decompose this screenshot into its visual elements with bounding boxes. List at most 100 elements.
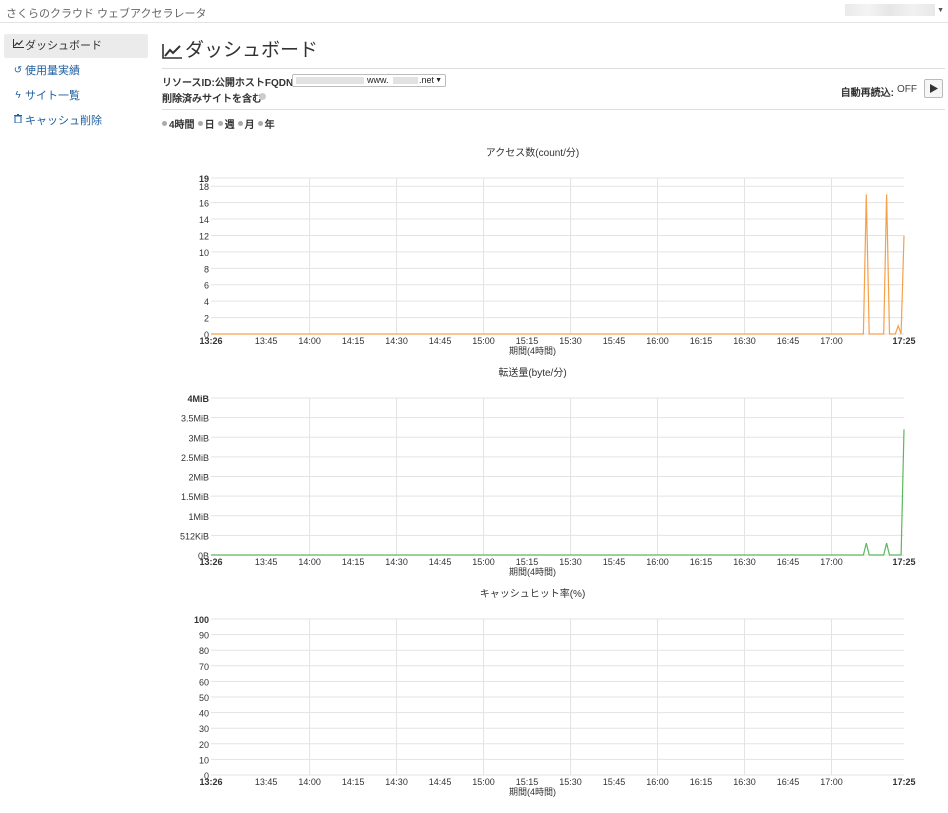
x-tick-label: 16:00 (646, 777, 669, 787)
charts-svg: アクセス数(count/分)0246810121416181913:26 13:4… (180, 146, 916, 797)
user-menu[interactable]: ▼ (845, 3, 944, 17)
y-tick-label: 30 (199, 724, 209, 734)
x-tick-label: 16:15 (690, 777, 713, 787)
x-tick-label: 16:00 (646, 336, 669, 346)
resource-label: リソースID:公開ホストFQDN (162, 78, 294, 89)
page-title: ダッシュボード (162, 34, 946, 68)
x-tick-label: 13:45 (255, 557, 278, 567)
y-tick-label: 90 (199, 631, 209, 641)
x-tick-label: 15:30 (559, 557, 582, 567)
x-tick-label: 16:30 (733, 557, 756, 567)
y-tick-label: 4MiB (187, 394, 209, 404)
x-tick-label: 15:45 (603, 557, 626, 567)
x-tick-label: 16:15 (690, 336, 713, 346)
radio-dot (217, 120, 223, 126)
x-tick-label: 17:25 (892, 336, 915, 346)
y-tick-label: 6 (204, 281, 209, 291)
y-tick-label: 80 (199, 646, 209, 656)
radio-dot (197, 120, 203, 126)
period-label: 月 (244, 119, 255, 131)
x-tick-label: 13:26 (199, 777, 222, 787)
x-axis-label: 期間(4時間) (509, 567, 556, 577)
period-option-day[interactable]: 日 (197, 116, 215, 131)
auto-reload-play-button[interactable] (924, 79, 943, 98)
x-tick-label: 13:45 (255, 336, 278, 346)
x-tick-label: 15:00 (472, 557, 495, 567)
period-option-month[interactable]: 月 (237, 116, 255, 131)
x-tick-label: 15:45 (603, 777, 626, 787)
period-option-year[interactable]: 年 (257, 116, 275, 131)
bolt-icon: ϟ (15, 90, 21, 101)
x-tick-label: 17:00 (820, 557, 843, 567)
x-tick-label: 14:15 (342, 336, 365, 346)
y-tick-label: 2 (204, 314, 209, 324)
include-deleted-toggle[interactable] (259, 93, 266, 100)
period-label: 4時間 (169, 119, 195, 131)
x-tick-label: 13:26 (199, 336, 222, 346)
x-tick-label: 14:45 (429, 336, 452, 346)
series-line (211, 429, 905, 556)
radio-dot (162, 120, 167, 126)
x-tick-label: 14:45 (429, 777, 452, 787)
x-tick-label: 14:45 (429, 557, 452, 567)
sidebar-item-label: 使用量実績 (25, 65, 80, 77)
sidebar-item-usage[interactable]: ↺ 使用量実績 (4, 59, 148, 83)
x-tick-label: 16:15 (690, 557, 713, 567)
x-tick-label: 14:00 (298, 557, 321, 567)
sidebar-item-dashboard[interactable]: ダッシュボード (4, 34, 148, 58)
x-tick-label: 13:26 (199, 557, 222, 567)
chart-title: アクセス数(count/分) (486, 146, 579, 159)
x-tick-label: 14:00 (298, 336, 321, 346)
y-tick-label: 512KiB (180, 531, 209, 541)
masked-text (393, 77, 418, 84)
y-tick-label: 10 (199, 248, 209, 258)
y-tick-label: 8 (204, 264, 209, 274)
x-tick-label: 17:25 (892, 777, 915, 787)
radio-dot (237, 120, 243, 126)
y-tick-label: 14 (199, 215, 209, 225)
include-deleted-label: 削除済みサイトを含む (162, 94, 262, 105)
y-tick-label: 2.5MiB (181, 453, 209, 463)
sidebar-item-label: キャッシュ削除 (25, 115, 102, 127)
sidebar-item-label: ダッシュボード (25, 40, 102, 52)
masked-text (296, 77, 364, 84)
filter-bar: リソースID:公開ホストFQDN www. .net ▼ 削除済みサイトを含む … (162, 69, 946, 109)
series-line (211, 194, 905, 335)
chart-line-icon (162, 43, 182, 59)
x-tick-label: 14:30 (385, 557, 408, 567)
chart-title: 転送量(byte/分) (498, 366, 566, 379)
x-tick-label: 16:00 (646, 557, 669, 567)
x-tick-label: 14:15 (342, 777, 365, 787)
period-option-4h[interactable]: 4時間 (162, 116, 195, 131)
divider (162, 109, 945, 110)
y-tick-label: 20 (199, 740, 209, 750)
y-tick-label: 40 (199, 709, 209, 719)
x-tick-label: 16:30 (733, 336, 756, 346)
x-tick-label: 16:45 (777, 557, 800, 567)
x-tick-label: 16:45 (777, 336, 800, 346)
x-tick-label: 15:45 (603, 336, 626, 346)
resource-select[interactable]: www. .net ▼ (292, 74, 446, 87)
resource-value-suffix: .net (419, 75, 435, 85)
x-tick-label: 15:15 (516, 777, 539, 787)
app-title: さくらのクラウド ウェブアクセラレータ (6, 8, 207, 20)
y-tick-label: 4 (204, 297, 209, 307)
auto-reload-label: 自動再読込: (840, 88, 894, 99)
charts-area: アクセス数(count/分) 0 2 4 6 8 10 12 14 16 18 19 13:26 13:4… (162, 140, 946, 810)
x-axis-label: 期間(4時間) (509, 346, 556, 356)
y-tick-label: 1.5MiB (181, 492, 209, 502)
period-label: 年 (264, 119, 275, 131)
user-name-masked (845, 4, 936, 16)
sidebar-item-cache-purge[interactable]: キャッシュ削除 (4, 109, 148, 133)
sidebar-item-sites[interactable]: ϟ サイト一覧 (4, 84, 148, 108)
y-tick-label: 2MiB (188, 473, 209, 483)
x-tick-label: 17:25 (892, 557, 915, 567)
x-tick-label: 16:30 (733, 777, 756, 787)
radio-dot (257, 120, 263, 126)
y-tick-label: 3MiB (188, 433, 209, 443)
period-option-week[interactable]: 週 (217, 116, 235, 131)
page-title-text: ダッシュボード (185, 40, 319, 61)
play-icon (930, 84, 938, 93)
x-tick-label: 15:30 (559, 777, 582, 787)
main-content: ダッシュボード リソースID:公開ホストFQDN www. .net ▼ 削除済… (162, 34, 946, 135)
